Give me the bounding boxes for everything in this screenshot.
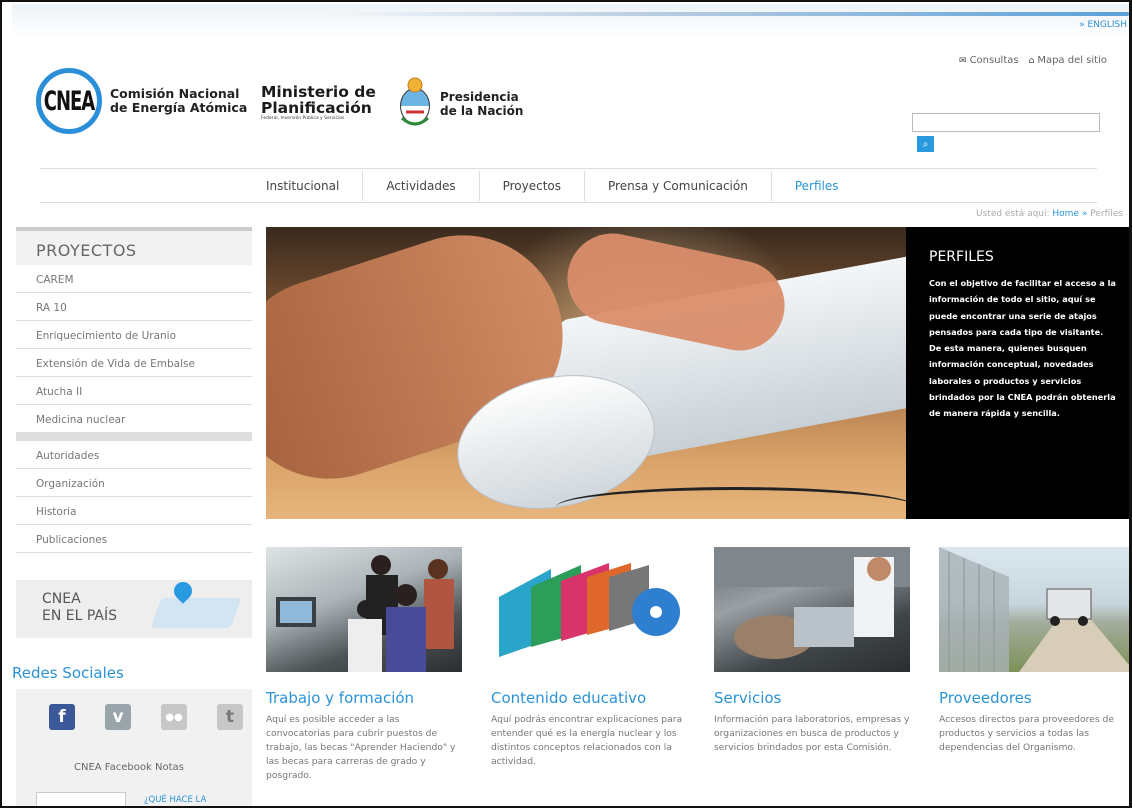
social-box: f v ●● t CNEA Facebook Notas ¿QUÉ HACE L… — [16, 689, 252, 806]
flickr-icon[interactable]: ●● — [161, 704, 187, 730]
note-thumbnail[interactable] — [36, 792, 126, 806]
vimeo-icon[interactable]: v — [105, 704, 131, 730]
breadcrumb-current: Perfiles — [1090, 209, 1123, 219]
ministerio-logo[interactable]: Ministerio de Planificación Federal, Inv… — [261, 84, 376, 121]
card-image[interactable] — [714, 547, 910, 672]
card-image[interactable] — [939, 547, 1129, 672]
envelope-icon: ✉ — [959, 56, 967, 66]
card-text: Información para laboratorios, empresas … — [714, 714, 910, 753]
card-text: Aquí podrás encontrar explicaciones para… — [491, 714, 683, 767]
nav-item-actividades[interactable]: Actividades — [363, 171, 480, 201]
nav-item-proyectos[interactable]: Proyectos — [480, 171, 586, 201]
sitemap-icon: ⌂ — [1028, 56, 1035, 66]
cnea-en-el-pais-banner[interactable]: CNEA EN EL PAÍS — [16, 578, 252, 638]
sitemap-link[interactable]: ⌂ Mapa del sitio — [1029, 55, 1107, 66]
card-trabajo[interactable]: Trabajo y formación Aquí es posible acce… — [266, 547, 466, 783]
sidebar-item-carem[interactable]: CAREM — [16, 265, 252, 293]
coat-of-arms-icon — [400, 77, 430, 126]
search-button[interactable]: ⌕ — [917, 136, 934, 152]
social-title: Redes Sociales — [12, 664, 124, 682]
breadcrumb-home-link[interactable]: Home — [1052, 209, 1079, 219]
card-text: Aquí es posible acceder a las convocator… — [266, 714, 456, 781]
card-contenido-educativo[interactable]: Contenido educativo Aquí podrás encontra… — [491, 547, 691, 769]
hero-image — [266, 227, 906, 519]
card-text: Accesos directos para proveedores de pro… — [939, 714, 1115, 753]
sidebar-item-ra10[interactable]: RA 10 — [16, 293, 252, 321]
card-title[interactable]: Contenido educativo — [491, 689, 691, 707]
sidebar-item-autoridades[interactable]: Autoridades — [16, 441, 252, 469]
nav-item-institucional[interactable]: Institucional — [260, 171, 364, 201]
sidebar-item-enriquecimiento[interactable]: Enriquecimiento de Uranio — [16, 321, 252, 349]
top-links: ✉ Consultas ⌂ Mapa del sitio — [959, 55, 1107, 66]
sidebar-separator — [16, 433, 252, 441]
cnea-name-line1: Comisión Nacional — [110, 86, 240, 101]
perfiles-text: Con el objetivo de facilitar el acceso a… — [929, 278, 1116, 419]
card-proveedores[interactable]: Proveedores Accesos directos para provee… — [939, 547, 1129, 755]
card-servicios[interactable]: Servicios Información para laboratorios,… — [714, 547, 914, 755]
top-band — [12, 4, 1129, 38]
nav-item-perfiles[interactable]: Perfiles — [772, 171, 862, 201]
card-title[interactable]: Trabajo y formación — [266, 689, 466, 707]
browser-page: » ENGLISH ✉ Consultas ⌂ Mapa del sitio CNE… — [0, 0, 1132, 808]
perfiles-panel: PERFILES Con el objetivo de facilitar el… — [906, 227, 1129, 519]
sidebar-item-organizacion[interactable]: Organización — [16, 469, 252, 497]
card-image[interactable] — [491, 547, 687, 672]
sidebar: PROYECTOS CAREM RA 10 Enriquecimiento de… — [16, 227, 252, 638]
cnea-logo[interactable]: CNEA Comisión Nacional de Energía Atómic… — [36, 68, 247, 134]
note-link[interactable]: ¿QUÉ HACE LA — [144, 795, 206, 805]
presidencia-logo[interactable]: Presidencia de la Nación — [398, 76, 523, 132]
cnea-emblem-icon: CNEA — [36, 68, 102, 134]
card-title[interactable]: Proveedores — [939, 689, 1129, 707]
search-icon: ⌕ — [922, 138, 929, 150]
nav-item-prensa[interactable]: Prensa y Comunicación — [585, 171, 772, 201]
sidebar-item-atucha[interactable]: Atucha II — [16, 377, 252, 405]
divider — [40, 168, 1097, 169]
card-title[interactable]: Servicios — [714, 689, 914, 707]
facebook-icon[interactable]: f — [49, 704, 75, 730]
map-icon — [150, 598, 242, 628]
search-input[interactable] — [912, 113, 1100, 132]
breadcrumb: Usted está aquí: Home » Perfiles — [976, 209, 1123, 219]
facebook-notes-title: CNEA Facebook Notas — [74, 762, 184, 773]
divider — [40, 202, 1097, 203]
perfiles-title: PERFILES — [929, 249, 994, 265]
sidebar-item-medicina[interactable]: Medicina nuclear — [16, 405, 252, 433]
sidebar-item-publicaciones[interactable]: Publicaciones — [16, 525, 252, 553]
card-image[interactable] — [266, 547, 462, 672]
english-link[interactable]: » ENGLISH — [1079, 20, 1127, 30]
sidebar-item-embalse[interactable]: Extensión de Vida de Embalse — [16, 349, 252, 377]
twitter-icon[interactable]: t — [217, 704, 243, 730]
consultas-link[interactable]: ✉ Consultas — [959, 55, 1019, 66]
sidebar-item-historia[interactable]: Historia — [16, 497, 252, 525]
sidebar-heading: PROYECTOS — [16, 227, 252, 265]
main-nav: Institucional Actividades Proyectos Pren… — [260, 170, 862, 202]
cnea-name-line2: de Energía Atómica — [110, 100, 248, 115]
